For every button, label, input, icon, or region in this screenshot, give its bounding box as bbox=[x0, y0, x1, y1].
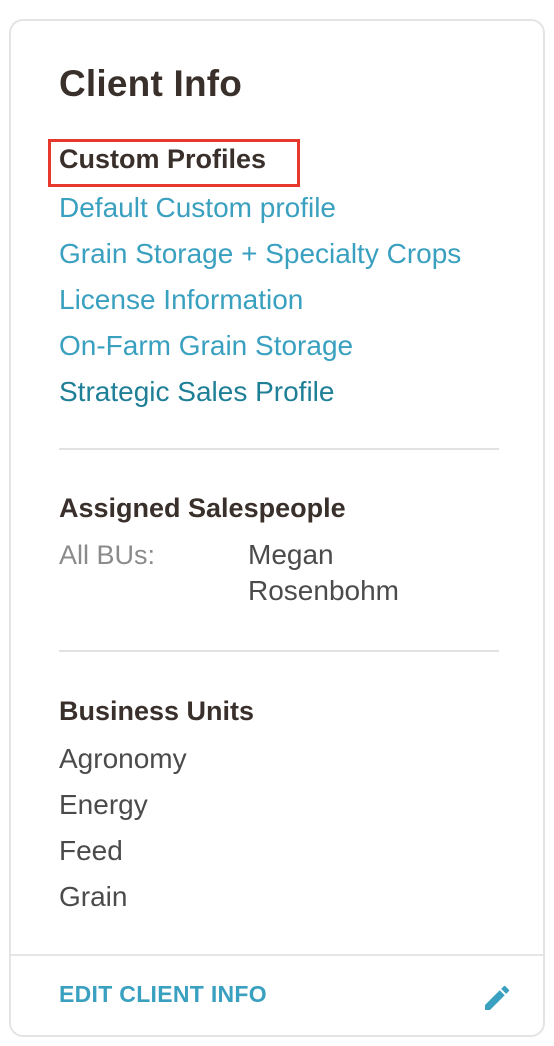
salesperson-label: All BUs: bbox=[59, 540, 156, 570]
business-units-heading: Business Units bbox=[59, 696, 255, 726]
business-unit-item: Agronomy bbox=[59, 743, 187, 774]
business-unit-item: Grain bbox=[59, 881, 128, 912]
footer-divider bbox=[11, 954, 543, 956]
pencil-icon[interactable] bbox=[481, 982, 513, 1014]
custom-profiles-heading: Custom Profiles bbox=[59, 144, 267, 174]
assigned-salespeople-heading: Assigned Salespeople bbox=[59, 493, 346, 523]
card-title: Client Info bbox=[59, 63, 243, 104]
profile-link-strategic-sales[interactable]: Strategic Sales Profile bbox=[59, 369, 461, 415]
business-unit-item: Feed bbox=[59, 835, 123, 866]
profile-link-license-information[interactable]: License Information bbox=[59, 277, 461, 323]
profile-link-on-farm-grain-storage[interactable]: On-Farm Grain Storage bbox=[59, 323, 461, 369]
client-info-card: Client Info Custom Profiles Default Cust… bbox=[9, 19, 545, 1037]
profile-link-grain-storage-specialty[interactable]: Grain Storage + Specialty Crops bbox=[59, 231, 461, 277]
custom-profiles-list: Default Custom profile Grain Storage + S… bbox=[59, 185, 461, 415]
edit-client-info-button[interactable]: EDIT CLIENT INFO bbox=[59, 981, 267, 1008]
section-divider bbox=[59, 448, 499, 450]
business-unit-item: Energy bbox=[59, 789, 148, 820]
section-divider bbox=[59, 650, 499, 652]
salesperson-name: Megan Rosenbohm bbox=[248, 539, 399, 606]
profile-link-default-custom[interactable]: Default Custom profile bbox=[59, 185, 461, 231]
business-units-list: Agronomy Energy Feed Grain bbox=[59, 736, 187, 920]
